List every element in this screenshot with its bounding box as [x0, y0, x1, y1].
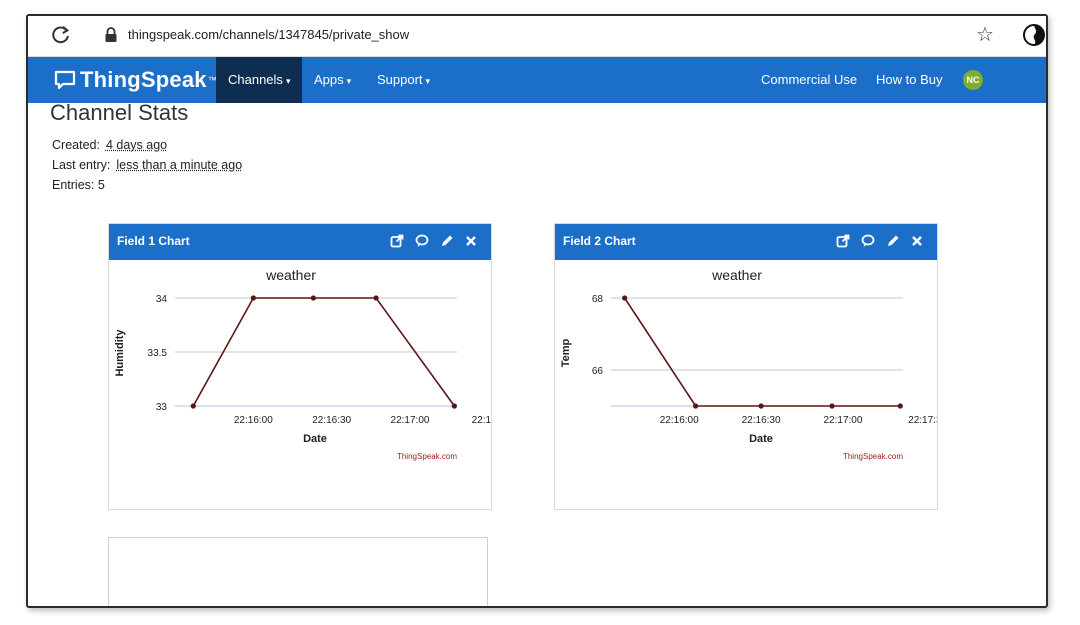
data-point: [373, 295, 379, 301]
comment-icon[interactable]: [415, 234, 429, 248]
data-point: [622, 295, 628, 301]
chart-credit: ThingSpeak.com: [843, 452, 903, 461]
x-tick-label: 22:16:30: [312, 415, 351, 426]
data-point: [692, 403, 699, 409]
nav-channels[interactable]: Channels ▾: [216, 57, 303, 103]
speech-bubble-icon: [54, 70, 76, 90]
y-tick-label: 34: [156, 294, 168, 305]
y-tick-label: 68: [592, 294, 604, 305]
x-tick-label: 22:17:3: [908, 415, 937, 426]
pencil-icon[interactable]: [886, 234, 900, 248]
bookmark-star-icon[interactable]: ☆: [976, 24, 994, 46]
widget-header: Field 1 Chart: [109, 224, 491, 260]
reload-icon[interactable]: [50, 24, 72, 46]
page-title: Channel Stats: [50, 100, 189, 125]
stat-label: Last entry:: [52, 158, 111, 172]
browser-window: thingspeak.com/channels/1347845/private_…: [26, 14, 1048, 608]
chart-credit: ThingSpeak.com: [397, 452, 457, 461]
widget-title: Field 1 Chart: [117, 234, 190, 248]
chevron-down-icon: ▾: [346, 76, 352, 86]
created-value: 4 days ago: [105, 138, 168, 152]
brand-name: ThingSpeak: [80, 67, 207, 92]
x-tick-label: 22:17:00: [823, 415, 862, 426]
field-1-chart-widget: Field 1 Chart weather 33 33.5 34 22:16:00 22:…: [108, 223, 492, 510]
y-axis-label: Humidity: [114, 329, 126, 377]
lock-icon: [105, 27, 117, 42]
x-tick-label: 22:16:00: [234, 415, 273, 426]
data-point: [829, 403, 835, 409]
x-tick-label: 22:17:3: [472, 415, 491, 426]
y-axis-label: Temp: [560, 338, 572, 367]
chart-title: weather: [265, 267, 316, 283]
chevron-down-icon: ▾: [285, 76, 291, 86]
close-icon[interactable]: [464, 234, 478, 248]
data-point: [190, 403, 196, 409]
series-line: [623, 297, 901, 407]
x-tick-label: 22:16:00: [660, 415, 699, 426]
thingspeak-logo[interactable]: ThingSpeak ™: [54, 66, 217, 94]
profile-globe-icon[interactable]: [1022, 23, 1046, 47]
nav-label: Apps: [314, 72, 344, 87]
y-tick-label: 66: [592, 366, 604, 377]
nav-how-to-buy[interactable]: How to Buy: [876, 57, 942, 103]
x-tick-label: 22:16:30: [742, 415, 781, 426]
x-tick-label: 22:17:00: [391, 415, 430, 426]
data-point: [897, 403, 903, 409]
avatar[interactable]: NC: [963, 70, 983, 90]
data-point: [250, 295, 256, 301]
external-link-icon[interactable]: [390, 234, 404, 248]
y-tick-label: 33.5: [148, 348, 168, 359]
field-2-chart: weather 66 68 22:16:00 22:16:30 22:17:00 22:17…: [560, 267, 937, 461]
stat-label: Entries:: [52, 178, 95, 192]
field-1-chart: weather 33 33.5 34 22:16:00 22:16:30 22:17:00 2…: [114, 267, 491, 461]
close-icon[interactable]: [910, 234, 924, 248]
widget-header: Field 2 Chart: [555, 224, 937, 260]
nav-label: Support: [377, 72, 423, 87]
x-axis-label: Date: [303, 433, 327, 445]
y-tick-label: 33: [156, 402, 168, 413]
entries-value: 5: [97, 178, 105, 192]
external-link-icon[interactable]: [836, 234, 850, 248]
nav-support[interactable]: Support ▾: [377, 57, 430, 103]
empty-widget-placeholder: [108, 537, 488, 606]
nav-commercial-use[interactable]: Commercial Use: [761, 57, 857, 103]
field-2-chart-widget: Field 2 Chart weather 66 68 22:16:00 22:16:3…: [554, 223, 938, 510]
chart-title: weather: [711, 267, 762, 283]
data-point: [310, 295, 316, 301]
comment-icon[interactable]: [861, 234, 875, 248]
last-entry-value: less than a minute ago: [116, 158, 243, 172]
data-point: [451, 403, 457, 409]
url-text[interactable]: thingspeak.com/channels/1347845/private_…: [128, 27, 409, 42]
chevron-down-icon: ▾: [425, 76, 431, 86]
data-point: [758, 403, 764, 409]
widget-title: Field 2 Chart: [563, 234, 636, 248]
stat-label: Created:: [52, 138, 100, 152]
address-bar: thingspeak.com/channels/1347845/private_…: [28, 16, 1046, 57]
nav-apps[interactable]: Apps ▾: [314, 57, 351, 103]
stat-entries: Entries: 5: [52, 178, 105, 192]
stat-created: Created: 4 days ago: [52, 138, 167, 152]
x-axis-label: Date: [749, 433, 773, 445]
nav-label: Channels: [228, 72, 283, 87]
pencil-icon[interactable]: [440, 234, 454, 248]
stat-last-entry: Last entry: less than a minute ago: [52, 158, 242, 172]
navbar: ThingSpeak ™ Channels ▾ Apps ▾ Support ▾ Com…: [28, 57, 1046, 103]
